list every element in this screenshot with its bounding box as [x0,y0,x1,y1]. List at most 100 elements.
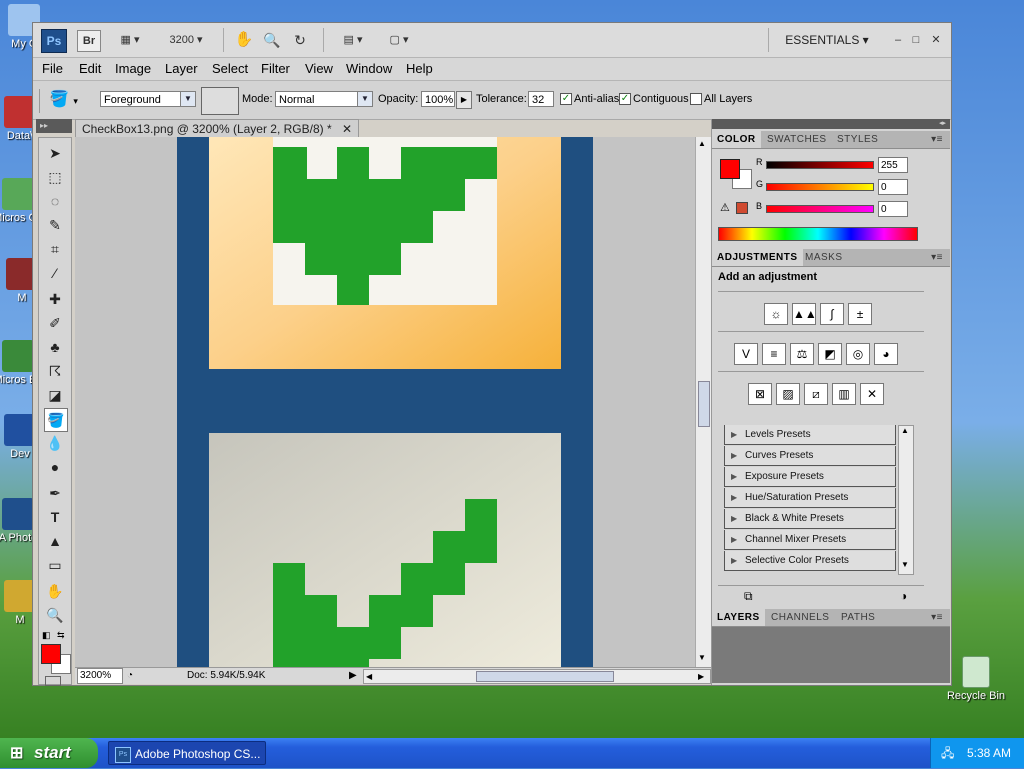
zoom-level-dropdown[interactable]: 3200 ▾ [161,30,211,50]
b-slider[interactable] [766,205,874,213]
gamut-color-swatch[interactable] [736,202,748,214]
clone-stamp-tool-icon[interactable]: ♣ [44,336,66,358]
panel-menu-icon[interactable]: ▾≡ [926,131,948,148]
pen-tool-icon[interactable]: ✒ [44,482,66,504]
horizontal-scrollbar[interactable]: ◀ ▶ [363,669,711,684]
status-menu-arrow-icon[interactable]: ▶ [349,668,357,684]
vibrance-icon[interactable]: V [734,343,758,365]
blend-mode-select[interactable]: Normal ▼ [275,91,373,107]
horizontal-scroll-thumb[interactable] [476,671,614,682]
view-extras-button[interactable]: ▦ ▾ [113,30,147,50]
invert-icon[interactable]: ⊠ [748,383,772,405]
tolerance-field[interactable]: 32 [528,91,554,107]
vertical-scroll-thumb[interactable] [698,381,710,427]
swap-colors-icon[interactable]: ⇆ [57,630,65,641]
vertical-scrollbar[interactable]: ▲ ▼ [695,137,712,667]
tab-channels[interactable]: CHANNELS [766,609,834,626]
hand-tool-icon[interactable]: ✋ [44,580,66,602]
zoom-tool-icon[interactable]: 🔍 [44,604,66,626]
presets-scrollbar[interactable]: ▲ ▼ [898,425,914,575]
taskbar-item-photoshop[interactable]: Ps Adobe Photoshop CS... [108,741,266,765]
tab-styles[interactable]: STYLES [832,131,883,148]
type-tool-icon[interactable]: T [44,506,66,528]
opacity-slider-button[interactable]: ▶ [456,91,472,109]
menu-filter[interactable]: Filter [261,61,290,76]
brightness-contrast-icon[interactable]: ☼ [764,303,788,325]
arrange-documents-button[interactable]: ▤ ▾ [335,30,371,50]
workspace-switcher[interactable]: ESSENTIALS ▾ [779,30,875,50]
threshold-icon[interactable]: ⧄ [804,383,828,405]
rotate-view-icon[interactable]: ↻ [289,30,311,50]
menu-image[interactable]: Image [115,61,151,76]
gradient-map-icon[interactable]: ▥ [832,383,856,405]
scroll-up-icon[interactable]: ▲ [698,139,706,148]
scroll-right-icon[interactable]: ▶ [698,669,704,685]
pattern-picker[interactable] [201,87,239,115]
menu-help[interactable]: Help [406,61,433,76]
maximize-button[interactable]: □ [909,30,923,50]
eyedropper-tool-icon[interactable]: ⁄ [44,262,66,284]
color-spectrum-ramp[interactable] [718,227,918,241]
r-slider[interactable] [766,161,874,169]
selective-color-icon[interactable]: ✕ [860,383,884,405]
tab-swatches[interactable]: SWATCHES [762,131,832,148]
lasso-tool-icon[interactable]: ◌ [44,190,66,212]
zoom-field[interactable]: 3200% [77,668,123,684]
tab-color[interactable]: COLOR [712,131,761,148]
curves-icon[interactable]: ∫ [820,303,844,325]
menu-layer[interactable]: Layer [165,61,198,76]
quick-mask-icon[interactable] [45,676,61,686]
blur-tool-icon[interactable]: 💧 [44,432,66,454]
tools-panel-header[interactable]: ▸▸ [36,119,72,133]
close-button[interactable]: ✕ [929,30,943,50]
eraser-tool-icon[interactable]: ◪ [44,384,66,406]
bridge-button[interactable]: Br [77,30,101,52]
history-brush-tool-icon[interactable]: ☈ [44,360,66,382]
quick-selection-tool-icon[interactable]: ✎ [44,214,66,236]
g-slider[interactable] [766,183,874,191]
contiguous-checkbox[interactable]: ✓ [619,93,631,105]
preset-black-white[interactable]: ▶ Black & White Presets [724,509,896,529]
shape-tool-icon[interactable]: ▭ [44,554,66,576]
preset-channel-mixer[interactable]: ▶ Channel Mixer Presets [724,530,896,550]
gamut-warning-icon[interactable]: ⚠ [720,201,730,214]
screen-mode-button[interactable]: ▢ ▾ [381,30,417,50]
menu-select[interactable]: Select [212,61,248,76]
minimize-button[interactable]: – [891,30,905,50]
panel-options-icon[interactable]: ◑ [900,589,907,603]
status-options-icon[interactable]: ◔ [127,668,133,684]
default-colors-icon[interactable]: ◧ [42,630,51,641]
tab-masks[interactable]: MASKS [800,249,848,266]
levels-icon[interactable]: ▲▲ [792,303,817,325]
all-layers-checkbox[interactable] [690,93,702,105]
document-canvas[interactable] [75,137,695,667]
preset-exposure[interactable]: ▶ Exposure Presets [724,467,896,487]
tool-preset-picker[interactable]: 🪣 ▾ [49,89,89,111]
preset-hue-saturation[interactable]: ▶ Hue/Saturation Presets [724,488,896,508]
start-button[interactable]: ⊞ start [0,738,98,768]
preset-curves[interactable]: ▶ Curves Presets [724,446,896,466]
menu-edit[interactable]: Edit [79,61,101,76]
g-value-field[interactable]: 0 [878,179,908,195]
document-tab[interactable]: CheckBox13.png @ 3200% (Layer 2, RGB/8) … [75,119,359,137]
hue-saturation-icon[interactable]: ≡ [762,343,786,365]
hand-tool-icon[interactable]: ✋ [233,30,255,50]
posterize-icon[interactable]: ▨ [776,383,800,405]
scroll-left-icon[interactable]: ◀ [366,669,372,685]
color-panel-foreground-swatch[interactable] [720,159,740,179]
close-document-icon[interactable]: ✕ [342,120,352,138]
preset-levels[interactable]: ▶ Levels Presets [724,425,896,445]
black-white-icon[interactable]: ◩ [818,343,842,365]
tab-paths[interactable]: PATHS [836,609,880,626]
network-icon[interactable]: 🖧 [941,738,954,768]
preset-selective-color[interactable]: ▶ Selective Color Presets [724,551,896,571]
r-value-field[interactable]: 255 [878,157,908,173]
color-balance-icon[interactable]: ⚖ [790,343,814,365]
zoom-tool-icon[interactable]: 🔍 [261,30,283,50]
brush-tool-icon[interactable]: ✐ [44,312,66,334]
tab-adjustments[interactable]: ADJUSTMENTS [712,249,803,266]
panel-dock-header[interactable]: ◂▸ [712,119,950,129]
scroll-down-icon[interactable]: ▼ [901,560,909,569]
foreground-color-swatch[interactable] [41,644,61,664]
exposure-icon[interactable]: ± [848,303,872,325]
